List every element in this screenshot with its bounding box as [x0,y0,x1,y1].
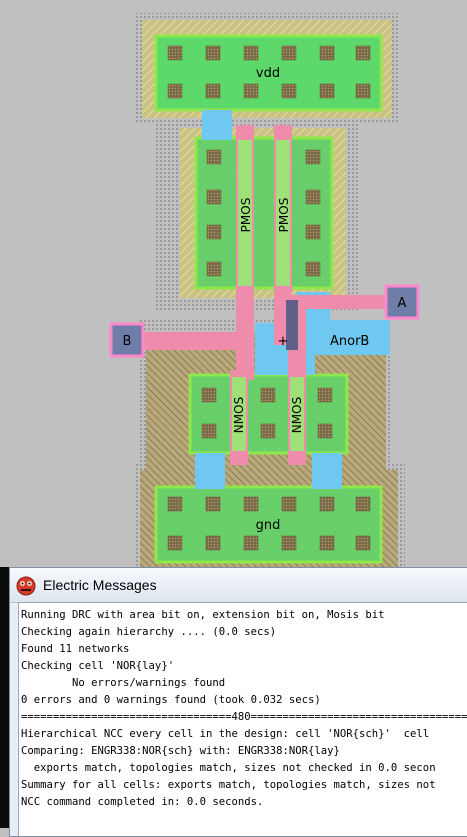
message-line: No errors/warnings found [21,677,226,689]
vdd-label: vdd [256,66,280,81]
message-line: Checking cell 'NOR{lay}' [21,660,175,672]
pin-b-label: B [123,334,132,349]
message-line: NCC command completed in: 0.0 seconds. [21,796,264,808]
layout-canvas[interactable]: A B vdd gnd AnorB + PMOS PMOS NMOS NMOS [0,0,467,570]
pin-a-label: A [398,296,407,311]
pin-b[interactable]: B [109,322,145,358]
message-line: Checking again hierarchy .... (0.0 secs) [21,626,277,638]
message-line: 0 errors and 0 warnings found (took 0.03… [21,694,321,706]
nmos-label-2: NMOS [290,397,304,433]
message-line: Running DRC with area bit on, extension … [21,609,385,621]
output-label: AnorB [330,334,369,349]
electric-app-icon [16,576,36,596]
message-line: Hierarchical NCC every cell in the desig… [21,728,430,740]
pmos-label-1: PMOS [239,198,253,233]
nmos-label-1: NMOS [232,397,246,433]
messages-window[interactable]: Electric Messages Running DRC with area … [9,567,467,837]
messages-window-title: Electric Messages [43,577,157,593]
background-strip [0,567,9,828]
pmos-label-2: PMOS [277,198,291,233]
message-line: exports match, topologies match, sizes n… [21,762,436,774]
message-line: Comparing: ENGR338:NOR{sch} with: ENGR33… [21,745,340,757]
messages-window-titlebar[interactable]: Electric Messages [10,568,467,603]
message-line: Found 11 networks [21,643,130,655]
gnd-label: gnd [256,518,281,533]
nmos-active [188,373,349,455]
message-line: Summary for all cells: exports match, to… [21,779,436,791]
pin-a[interactable]: A [384,284,420,320]
messages-text-area[interactable]: Running DRC with area bit on, extension … [18,602,467,836]
messages-log: Running DRC with area bit on, extension … [19,603,467,811]
origin-cross: + [278,334,289,349]
message-line: =================================480====… [21,711,467,723]
